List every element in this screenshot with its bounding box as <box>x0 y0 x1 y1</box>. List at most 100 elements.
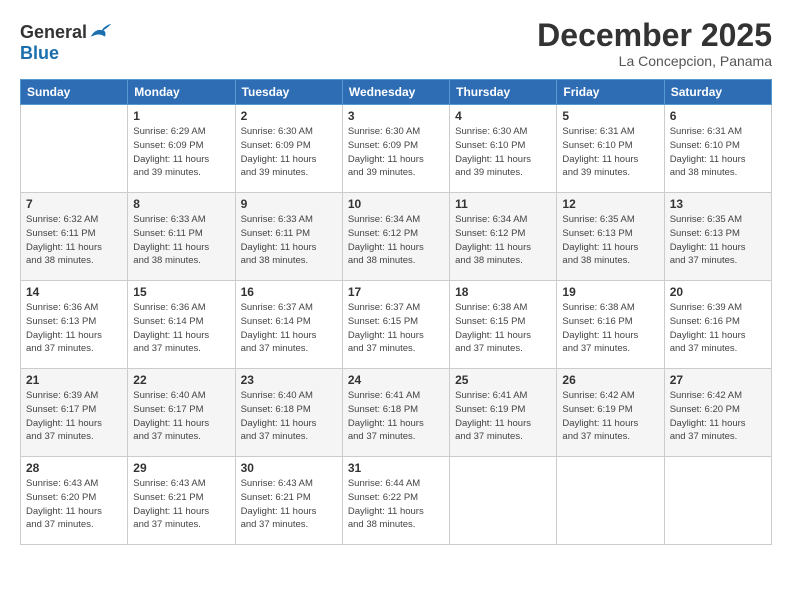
calendar-cell: 1Sunrise: 6:29 AM Sunset: 6:09 PM Daylig… <box>128 105 235 193</box>
day-number: 22 <box>133 373 229 387</box>
day-number: 27 <box>670 373 766 387</box>
day-info: Sunrise: 6:37 AM Sunset: 6:15 PM Dayligh… <box>348 301 444 356</box>
day-info: Sunrise: 6:30 AM Sunset: 6:10 PM Dayligh… <box>455 125 551 180</box>
week-row-1: 1Sunrise: 6:29 AM Sunset: 6:09 PM Daylig… <box>21 105 772 193</box>
calendar-cell: 4 Sunrise: 6:30 AM Sunset: 6:10 PM Daylig… <box>450 105 557 193</box>
day-number: 8 <box>133 197 229 211</box>
calendar-cell: 24 Sunrise: 6:41 AM Sunset: 6:18 PM Dayli… <box>342 369 449 457</box>
month-title: December 2025 <box>537 18 772 53</box>
day-number: 28 <box>26 461 122 475</box>
calendar-cell: 14 Sunrise: 6:36 AM Sunset: 6:13 PM Dayli… <box>21 281 128 369</box>
day-info: Sunrise: 6:40 AM Sunset: 6:17 PM Dayligh… <box>133 389 229 444</box>
location: La Concepcion, Panama <box>537 53 772 69</box>
day-number: 30 <box>241 461 337 475</box>
calendar-cell: 5 Sunrise: 6:31 AM Sunset: 6:10 PM Daylig… <box>557 105 664 193</box>
header: General Blue December 2025 La Concepcion… <box>20 18 772 69</box>
calendar-cell: 13 Sunrise: 6:35 AM Sunset: 6:13 PM Dayli… <box>664 193 771 281</box>
calendar-cell: 15 Sunrise: 6:36 AM Sunset: 6:14 PM Dayli… <box>128 281 235 369</box>
day-info: Sunrise: 6:30 AM Sunset: 6:09 PM Dayligh… <box>241 125 337 180</box>
day-info: Sunrise: 6:33 AM Sunset: 6:11 PM Dayligh… <box>241 213 337 268</box>
calendar-cell: 9 Sunrise: 6:33 AM Sunset: 6:11 PM Daylig… <box>235 193 342 281</box>
calendar-cell: 29Sunrise: 6:43 AM Sunset: 6:21 PM Dayli… <box>128 457 235 545</box>
calendar-cell: 31 Sunrise: 6:44 AM Sunset: 6:22 PM Dayli… <box>342 457 449 545</box>
day-info: Sunrise: 6:40 AM Sunset: 6:18 PM Dayligh… <box>241 389 337 444</box>
calendar-cell: 11 Sunrise: 6:34 AM Sunset: 6:12 PM Dayli… <box>450 193 557 281</box>
calendar-cell: 20Sunrise: 6:39 AM Sunset: 6:16 PM Dayli… <box>664 281 771 369</box>
title-block: December 2025 La Concepcion, Panama <box>537 18 772 69</box>
calendar-cell: 23 Sunrise: 6:40 AM Sunset: 6:18 PM Dayli… <box>235 369 342 457</box>
day-number: 12 <box>562 197 658 211</box>
header-row: SundayMondayTuesdayWednesdayThursdayFrid… <box>21 80 772 105</box>
day-header-saturday: Saturday <box>664 80 771 105</box>
calendar-cell: 17 Sunrise: 6:37 AM Sunset: 6:15 PM Dayli… <box>342 281 449 369</box>
day-info: Sunrise: 6:35 AM Sunset: 6:13 PM Dayligh… <box>562 213 658 268</box>
day-number: 4 <box>455 109 551 123</box>
day-number: 17 <box>348 285 444 299</box>
day-number: 24 <box>348 373 444 387</box>
day-number: 21 <box>26 373 122 387</box>
day-number: 5 <box>562 109 658 123</box>
page: General Blue December 2025 La Concepcion… <box>0 0 792 612</box>
day-info: Sunrise: 6:36 AM Sunset: 6:14 PM Dayligh… <box>133 301 229 356</box>
day-number: 9 <box>241 197 337 211</box>
day-info: Sunrise: 6:34 AM Sunset: 6:12 PM Dayligh… <box>455 213 551 268</box>
week-row-5: 28 Sunrise: 6:43 AM Sunset: 6:20 PM Dayli… <box>21 457 772 545</box>
day-number: 6 <box>670 109 766 123</box>
day-number: 3 <box>348 109 444 123</box>
week-row-3: 14 Sunrise: 6:36 AM Sunset: 6:13 PM Dayli… <box>21 281 772 369</box>
day-header-sunday: Sunday <box>21 80 128 105</box>
calendar-cell: 16 Sunrise: 6:37 AM Sunset: 6:14 PM Dayli… <box>235 281 342 369</box>
day-info: Sunrise: 6:43 AM Sunset: 6:21 PM Dayligh… <box>133 477 229 532</box>
calendar-table: SundayMondayTuesdayWednesdayThursdayFrid… <box>20 79 772 545</box>
day-number: 13 <box>670 197 766 211</box>
day-number: 10 <box>348 197 444 211</box>
day-number: 26 <box>562 373 658 387</box>
day-number: 20 <box>670 285 766 299</box>
week-row-4: 21 Sunrise: 6:39 AM Sunset: 6:17 PM Dayli… <box>21 369 772 457</box>
day-number: 18 <box>455 285 551 299</box>
day-info: Sunrise: 6:43 AM Sunset: 6:20 PM Dayligh… <box>26 477 122 532</box>
day-info: Sunrise: 6:35 AM Sunset: 6:13 PM Dayligh… <box>670 213 766 268</box>
calendar-cell: 30Sunrise: 6:43 AM Sunset: 6:21 PM Dayli… <box>235 457 342 545</box>
calendar-cell: 8 Sunrise: 6:33 AM Sunset: 6:11 PM Daylig… <box>128 193 235 281</box>
logo: General Blue <box>20 18 113 64</box>
day-info: Sunrise: 6:33 AM Sunset: 6:11 PM Dayligh… <box>133 213 229 268</box>
day-number: 7 <box>26 197 122 211</box>
day-number: 15 <box>133 285 229 299</box>
calendar-cell <box>557 457 664 545</box>
logo-blue: Blue <box>20 43 59 64</box>
day-info: Sunrise: 6:39 AM Sunset: 6:17 PM Dayligh… <box>26 389 122 444</box>
calendar-cell: 19 Sunrise: 6:38 AM Sunset: 6:16 PM Dayli… <box>557 281 664 369</box>
calendar-cell: 3Sunrise: 6:30 AM Sunset: 6:09 PM Daylig… <box>342 105 449 193</box>
day-info: Sunrise: 6:31 AM Sunset: 6:10 PM Dayligh… <box>670 125 766 180</box>
day-number: 25 <box>455 373 551 387</box>
calendar-cell: 12 Sunrise: 6:35 AM Sunset: 6:13 PM Dayli… <box>557 193 664 281</box>
day-number: 19 <box>562 285 658 299</box>
day-info: Sunrise: 6:36 AM Sunset: 6:13 PM Dayligh… <box>26 301 122 356</box>
day-number: 16 <box>241 285 337 299</box>
day-header-thursday: Thursday <box>450 80 557 105</box>
calendar-cell: 10 Sunrise: 6:34 AM Sunset: 6:12 PM Dayli… <box>342 193 449 281</box>
day-info: Sunrise: 6:37 AM Sunset: 6:14 PM Dayligh… <box>241 301 337 356</box>
day-info: Sunrise: 6:44 AM Sunset: 6:22 PM Dayligh… <box>348 477 444 532</box>
day-number: 14 <box>26 285 122 299</box>
day-header-monday: Monday <box>128 80 235 105</box>
day-number: 31 <box>348 461 444 475</box>
day-header-tuesday: Tuesday <box>235 80 342 105</box>
day-info: Sunrise: 6:42 AM Sunset: 6:20 PM Dayligh… <box>670 389 766 444</box>
calendar-cell: 6 Sunrise: 6:31 AM Sunset: 6:10 PM Daylig… <box>664 105 771 193</box>
day-info: Sunrise: 6:41 AM Sunset: 6:18 PM Dayligh… <box>348 389 444 444</box>
calendar-cell: 22 Sunrise: 6:40 AM Sunset: 6:17 PM Dayli… <box>128 369 235 457</box>
day-info: Sunrise: 6:34 AM Sunset: 6:12 PM Dayligh… <box>348 213 444 268</box>
day-info: Sunrise: 6:42 AM Sunset: 6:19 PM Dayligh… <box>562 389 658 444</box>
day-header-friday: Friday <box>557 80 664 105</box>
calendar-cell <box>21 105 128 193</box>
calendar-cell: 7Sunrise: 6:32 AM Sunset: 6:11 PM Daylig… <box>21 193 128 281</box>
day-number: 23 <box>241 373 337 387</box>
calendar-cell: 18Sunrise: 6:38 AM Sunset: 6:15 PM Dayli… <box>450 281 557 369</box>
calendar-cell: 21 Sunrise: 6:39 AM Sunset: 6:17 PM Dayli… <box>21 369 128 457</box>
calendar-cell: 2Sunrise: 6:30 AM Sunset: 6:09 PM Daylig… <box>235 105 342 193</box>
day-info: Sunrise: 6:38 AM Sunset: 6:16 PM Dayligh… <box>562 301 658 356</box>
day-number: 11 <box>455 197 551 211</box>
day-info: Sunrise: 6:31 AM Sunset: 6:10 PM Dayligh… <box>562 125 658 180</box>
